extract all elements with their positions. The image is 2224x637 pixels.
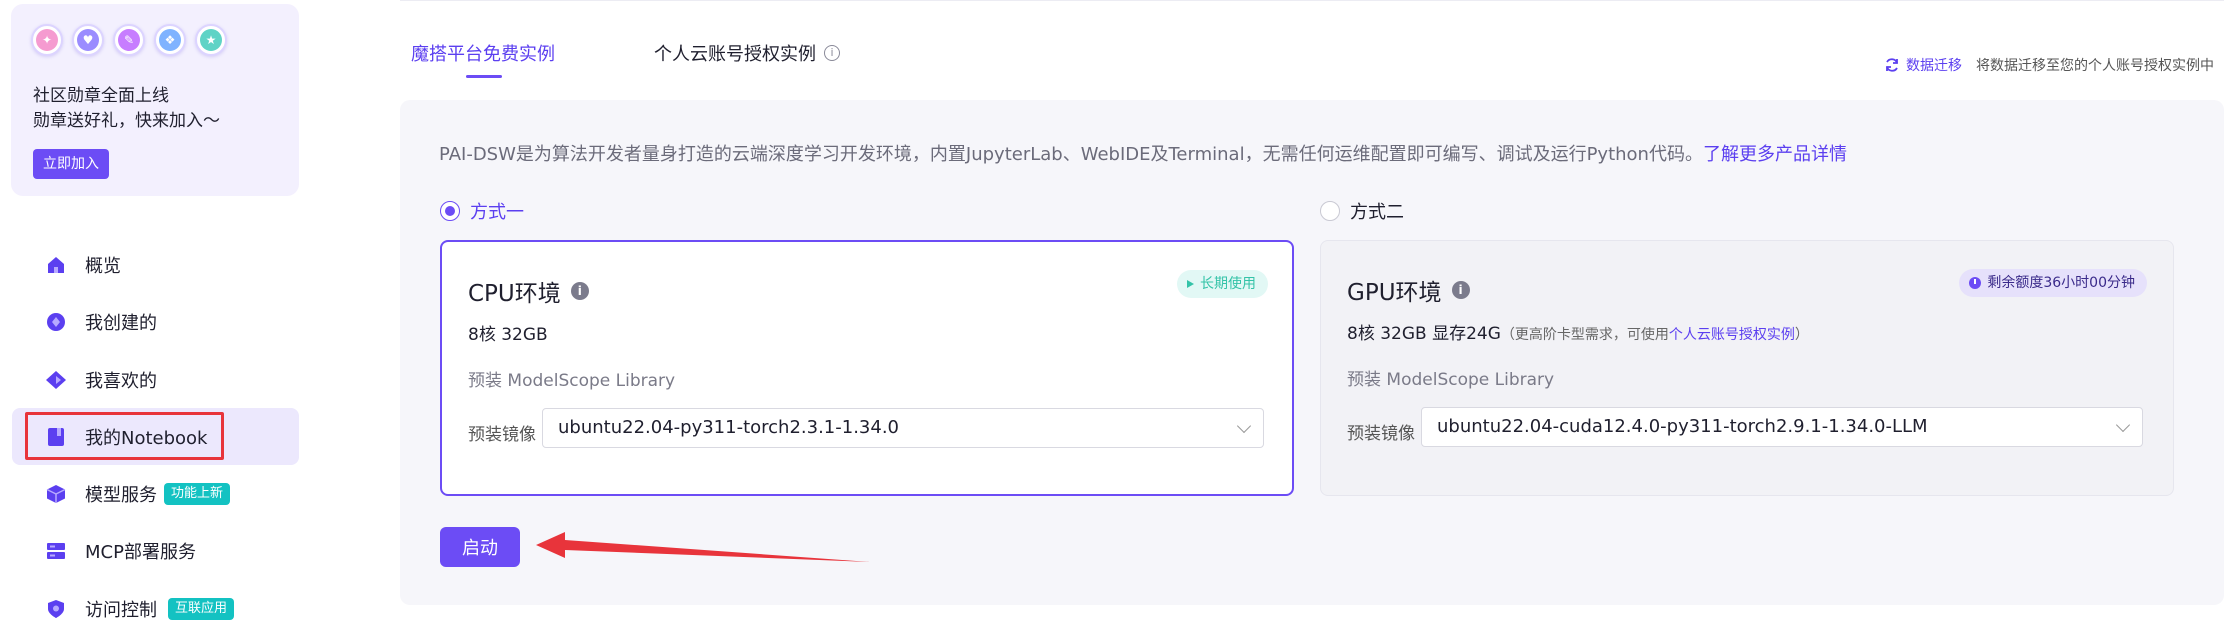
sidebar-item-label: MCP部署服务 <box>85 541 196 563</box>
create-icon <box>45 311 67 333</box>
top-divider <box>400 0 2224 1</box>
cpu-mirror-value: ubuntu22.04-py311-torch2.3.1-1.34.0 <box>558 417 899 438</box>
app-root: ✦ ♥ ✎ ❖ ★ 社区勋章全面上线 勋章送好礼，快来加入～ 立即加入 概览 我… <box>0 0 2224 637</box>
medal-badge-3-icon: ✎ <box>113 24 145 56</box>
note-prefix: （更高阶卡型需求，可使用 <box>1500 327 1669 343</box>
sidebar-item-label: 访问控制 <box>85 599 157 621</box>
option-two-label: 方式二 <box>1350 202 1404 223</box>
promo-line-1: 社区勋章全面上线 <box>33 86 169 106</box>
medal-badge-2-icon: ♥ <box>72 24 104 56</box>
sidebar-item-my-favorites[interactable]: 我喜欢的 <box>12 351 299 408</box>
main-content: 魔搭平台免费实例 个人云账号授权实例 i 数据迁移 将数据迁移至您的个人账号授权… <box>310 0 2224 637</box>
sidebar-item-my-created[interactable]: 我创建的 <box>12 293 299 350</box>
gpu-spec-note: （更高阶卡型需求，可使用个人云账号授权实例） <box>1501 327 1809 343</box>
info-icon[interactable]: i <box>1451 281 1470 299</box>
refresh-icon[interactable] <box>1884 57 1900 73</box>
gpu-mirror-label: 预装镜像 <box>1347 424 1415 444</box>
medal-badge-4-icon: ❖ <box>154 24 186 56</box>
sidebar-item-overview[interactable]: 概览 <box>12 236 299 293</box>
sidebar-item-label: 我喜欢的 <box>85 370 157 392</box>
sidebar: ✦ ♥ ✎ ❖ ★ 社区勋章全面上线 勋章送好礼，快来加入～ 立即加入 概览 我… <box>0 0 310 637</box>
cpu-mirror-label: 预装镜像 <box>468 425 536 445</box>
learn-more-link[interactable]: 了解更多产品详情 <box>1703 144 1847 165</box>
favorite-icon <box>45 369 67 391</box>
gpu-card-title: GPU环境 i <box>1347 273 1470 307</box>
gpu-mirror-value: ubuntu22.04-cuda12.4.0-py311-torch2.9.1-… <box>1437 416 1928 437</box>
option-two-radio[interactable] <box>1320 201 1340 221</box>
interconnect-tag: 互联应用 <box>168 597 235 620</box>
home-icon <box>45 254 67 276</box>
clock-icon <box>1969 277 1982 289</box>
sidebar-item-label: 模型服务 <box>85 484 157 506</box>
medal-badge-1-icon: ✦ <box>31 24 63 56</box>
sidebar-item-my-notebook[interactable]: 我的Notebook <box>12 408 299 465</box>
gpu-spec-text: 8核 32GB 显存24G <box>1347 324 1501 344</box>
remaining-quota-badge: 剩余额度36小时00分钟 <box>1959 269 2147 297</box>
community-promo-card[interactable]: ✦ ♥ ✎ ❖ ★ 社区勋章全面上线 勋章送好礼，快来加入～ 立即加入 <box>11 4 299 196</box>
cpu-card-title: CPU环境 i <box>468 274 589 308</box>
mcp-server-icon <box>45 540 67 562</box>
long-term-use-label: 长期使用 <box>1200 276 1256 292</box>
personal-cloud-instance-link[interactable]: 个人云账号授权实例 <box>1669 327 1795 343</box>
option-one[interactable]: 方式一 <box>440 198 524 224</box>
gpu-title-text: GPU环境 <box>1347 280 1442 306</box>
product-description: PAI-DSW是为算法开发者量身打造的云端深度学习开发环境，内置JupyterL… <box>439 140 1847 166</box>
tab-modelscope-free-instance[interactable]: 魔搭平台免费实例 <box>411 40 555 66</box>
cpu-mirror-select[interactable]: ubuntu22.04-py311-torch2.3.1-1.34.0 <box>542 408 1264 448</box>
chevron-down-icon <box>1236 418 1252 434</box>
cpu-title-text: CPU环境 <box>468 281 561 307</box>
data-migration: 数据迁移 将数据迁移至您的个人账号授权实例中 <box>1884 55 2214 75</box>
instance-panel: PAI-DSW是为算法开发者量身打造的云端深度学习开发环境，内置JupyterL… <box>400 100 2224 605</box>
promo-text: 社区勋章全面上线 勋章送好礼，快来加入～ <box>33 84 283 134</box>
gpu-preinstalled-lib: 预装 ModelScope Library <box>1347 370 1555 390</box>
notebook-icon <box>45 426 67 448</box>
option-two[interactable]: 方式二 <box>1320 198 1404 224</box>
start-button[interactable]: 启动 <box>440 527 520 567</box>
description-text: PAI-DSW是为算法开发者量身打造的云端深度学习开发环境，内置JupyterL… <box>439 144 1703 165</box>
long-term-use-badge: 长期使用 <box>1177 270 1268 298</box>
sidebar-item-label: 概览 <box>85 255 121 277</box>
cpu-environment-card[interactable]: CPU环境 i 长期使用 8核 32GB 预装 ModelScope Libra… <box>440 240 1294 496</box>
badge-row: ✦ ♥ ✎ ❖ ★ <box>31 24 227 56</box>
play-icon <box>1187 280 1194 288</box>
gpu-environment-card[interactable]: GPU环境 i 剩余额度36小时00分钟 8核 32GB 显存24G（更高阶卡型… <box>1320 240 2174 496</box>
gpu-mirror-select[interactable]: ubuntu22.04-cuda12.4.0-py311-torch2.9.1-… <box>1421 407 2143 447</box>
sidebar-item-model-service[interactable]: 模型服务 功能上新 <box>12 465 299 522</box>
tab-personal-cloud-instance[interactable]: 个人云账号授权实例 i <box>654 40 840 66</box>
data-migration-link[interactable]: 数据迁移 <box>1906 55 1962 75</box>
tab-active-underline <box>466 75 502 78</box>
chevron-down-icon <box>2115 417 2131 433</box>
note-suffix: ） <box>1794 327 1809 343</box>
option-one-label: 方式一 <box>470 202 524 223</box>
join-now-button[interactable]: 立即加入 <box>33 149 109 179</box>
cpu-spec: 8核 32GB <box>468 325 548 345</box>
shield-icon <box>45 598 67 620</box>
promo-line-2: 勋章送好礼，快来加入～ <box>33 111 220 131</box>
info-icon[interactable]: i <box>570 282 589 300</box>
cpu-preinstalled-lib: 预装 ModelScope Library <box>468 371 676 391</box>
remaining-quota-label: 剩余额度36小时00分钟 <box>1987 275 2135 291</box>
option-one-radio[interactable] <box>440 201 460 221</box>
tab-label: 个人云账号授权实例 <box>654 44 816 65</box>
sidebar-item-mcp-deploy[interactable]: MCP部署服务 <box>12 522 299 579</box>
new-feature-tag: 功能上新 <box>164 482 231 505</box>
sidebar-item-label: 我创建的 <box>85 312 157 334</box>
gpu-spec: 8核 32GB 显存24G（更高阶卡型需求，可使用个人云账号授权实例） <box>1347 319 1809 344</box>
sidebar-item-label: 我的Notebook <box>85 427 208 449</box>
info-icon[interactable]: i <box>824 45 840 61</box>
data-migration-desc: 将数据迁移至您的个人账号授权实例中 <box>1976 58 2214 74</box>
medal-badge-5-icon: ★ <box>195 24 227 56</box>
sidebar-item-access-control[interactable]: 访问控制 互联应用 <box>12 580 299 637</box>
model-service-icon <box>45 483 67 505</box>
